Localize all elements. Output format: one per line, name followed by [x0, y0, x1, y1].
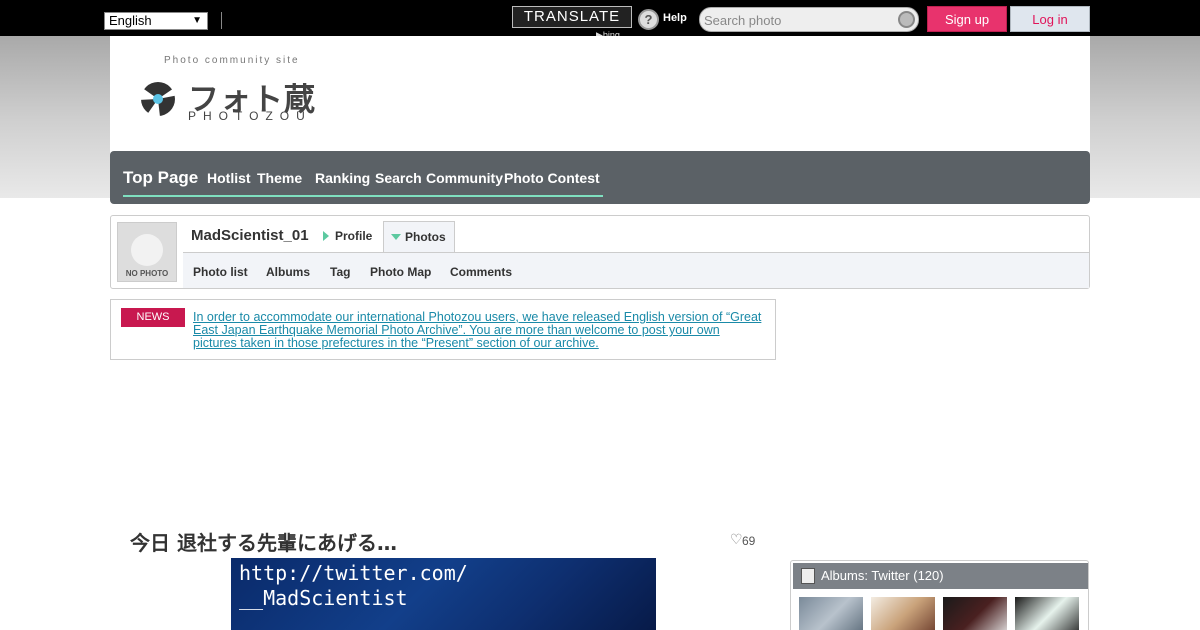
photozou-logo-icon[interactable]	[136, 80, 184, 118]
albums-label: Albums: Twitter	[821, 568, 910, 583]
profile-subnav: Photo list Albums Tag Photo Map Comments	[183, 252, 1089, 288]
nav-item-search[interactable]: Search	[375, 170, 422, 186]
nav-item-ranking[interactable]: Ranking	[315, 170, 370, 186]
nav-active-underline	[123, 195, 603, 197]
username[interactable]: MadScientist_01	[191, 227, 309, 244]
subnav-comments[interactable]: Comments	[450, 265, 512, 279]
signup-button[interactable]: Sign up	[927, 6, 1007, 32]
news-link[interactable]: In order to accommodate our internationa…	[193, 311, 763, 350]
nav-item-photo-contest[interactable]: Photo Contest	[504, 170, 600, 186]
language-select[interactable]: English ▼	[104, 12, 208, 30]
avatar[interactable]: NO PHOTO	[117, 222, 177, 282]
login-button[interactable]: Log in	[1010, 6, 1090, 32]
help-icon[interactable]: ?	[638, 9, 659, 30]
search-input[interactable]	[704, 11, 890, 29]
albums-header[interactable]: Albums: Twitter (120)	[793, 563, 1088, 589]
avatar-caption: NO PHOTO	[125, 269, 169, 278]
main-nav: Top Page Hotlist Theme Ranking Search Co…	[110, 151, 1090, 204]
site-tagline: Photo community site	[164, 55, 300, 66]
top-bar: English ▼ TRANSLATE ▶bing ? Help Sign up…	[0, 0, 1200, 40]
site-header: Photo community site フォト蔵 PHOTOZOU	[110, 36, 1090, 154]
subnav-albums[interactable]: Albums	[266, 265, 310, 279]
photo-card: 今日 退社する先輩にあげる… ♡ 69 http://twitter.com/ …	[110, 369, 776, 630]
divider	[221, 12, 222, 29]
album-icon	[801, 568, 815, 584]
album-thumbnail[interactable]	[1015, 597, 1079, 630]
avatar-placeholder-icon	[131, 234, 163, 266]
photo-text-line: __MadScientist	[239, 586, 408, 610]
favorite-count: 69	[742, 534, 756, 548]
tab-photos[interactable]: Photos	[383, 221, 455, 253]
tab-profile-label: Profile	[335, 229, 373, 243]
tab-profile[interactable]: Profile	[323, 229, 372, 243]
favorite-icon[interactable]: ♡	[730, 531, 743, 548]
subnav-tag[interactable]: Tag	[330, 265, 350, 279]
news-badge: NEWS	[121, 308, 185, 327]
album-thumbnail[interactable]	[799, 597, 863, 630]
tab-photos-label: Photos	[405, 230, 446, 244]
albums-count: (120)	[913, 568, 944, 583]
album-thumbnail[interactable]	[943, 597, 1007, 630]
logo-subtitle: PHOTOZOU	[188, 109, 312, 123]
photo-text-line: http://twitter.com/	[239, 561, 468, 585]
search-box	[699, 7, 919, 32]
main-photo[interactable]: http://twitter.com/ __MadScientist	[231, 558, 656, 630]
subnav-photo-map[interactable]: Photo Map	[370, 265, 431, 279]
news-box: NEWS In order to accommodate our interna…	[110, 299, 776, 360]
nav-item-top-page[interactable]: Top Page	[123, 168, 198, 188]
albums-panel: Albums: Twitter (120)	[790, 560, 1089, 630]
nav-item-community[interactable]: Community	[426, 170, 503, 186]
translate-button[interactable]: TRANSLATE	[512, 6, 632, 28]
caret-down-icon	[391, 234, 401, 240]
nav-item-theme[interactable]: Theme	[257, 170, 302, 186]
subnav-photo-list[interactable]: Photo list	[193, 265, 248, 279]
album-thumbnail[interactable]	[871, 597, 935, 630]
language-select-value: English	[109, 13, 152, 28]
caret-right-icon	[323, 231, 329, 241]
photo-title: 今日 退社する先輩にあげる…	[130, 531, 397, 555]
nav-item-hotlist[interactable]: Hotlist	[207, 170, 251, 186]
search-icon[interactable]	[898, 11, 915, 28]
profile-box: NO PHOTO MadScientist_01 Profile Photos …	[110, 215, 1090, 289]
chevron-down-icon: ▼	[192, 15, 202, 26]
help-link[interactable]: Help	[663, 12, 687, 24]
